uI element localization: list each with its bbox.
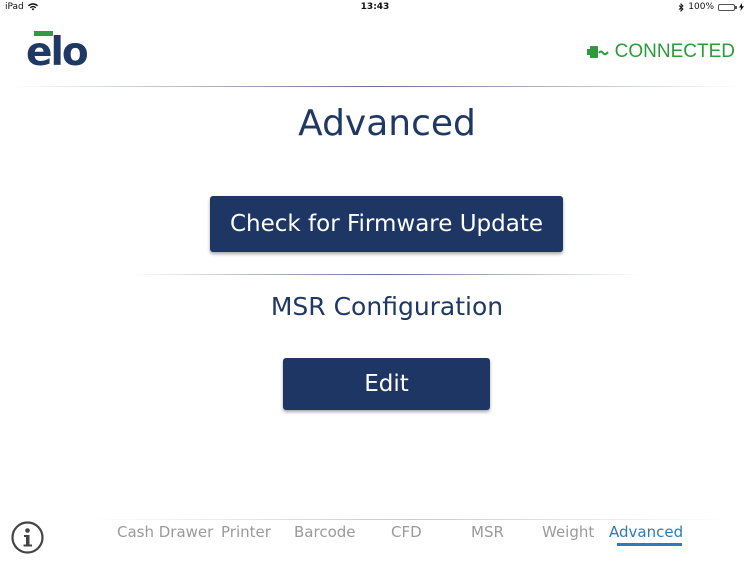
tab-barcode[interactable]: Barcode: [294, 523, 356, 541]
check-firmware-update-button[interactable]: Check for Firmware Update: [210, 196, 563, 252]
battery-percent: 100%: [688, 2, 714, 12]
tab-advanced[interactable]: Advanced: [609, 523, 683, 541]
header-divider: [10, 86, 740, 87]
battery-icon: [718, 3, 737, 11]
tab-bar: Cash Drawer Printer Barcode CFD MSR Weig…: [0, 523, 750, 553]
connection-status-label: CONNECTED: [614, 41, 735, 62]
tab-cash-drawer[interactable]: Cash Drawer: [117, 523, 213, 541]
section-divider: [130, 274, 640, 275]
charging-icon: [739, 3, 744, 11]
bluetooth-icon: [678, 2, 684, 12]
tab-cfd[interactable]: CFD: [391, 523, 422, 541]
page-title: Advanced: [298, 103, 476, 144]
tab-msr[interactable]: MSR: [471, 523, 504, 541]
tab-printer[interactable]: Printer: [221, 523, 271, 541]
plug-icon: [586, 46, 609, 58]
tab-weight[interactable]: Weight: [542, 523, 594, 541]
msr-configuration-title: MSR Configuration: [270, 292, 504, 321]
status-right: 100%: [678, 2, 744, 12]
connection-status: CONNECTED: [586, 41, 735, 63]
tab-bar-divider: [90, 519, 730, 520]
active-tab-indicator: [617, 543, 682, 546]
msr-edit-button[interactable]: Edit: [283, 358, 490, 410]
status-time: 13:43: [360, 2, 390, 12]
status-bar: iPad 13:43 100%: [0, 0, 750, 16]
logo-text: elo: [26, 30, 89, 75]
